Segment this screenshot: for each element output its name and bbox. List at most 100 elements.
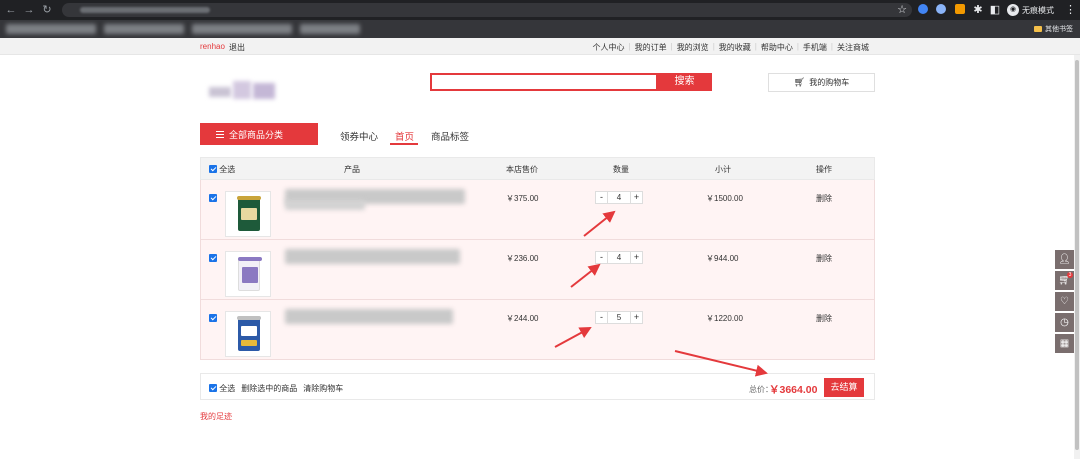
clear-cart-link[interactable]: 清除购物车 (303, 383, 343, 394)
product-title-redacted (285, 200, 365, 210)
item-subtotal: ￥1220.00 (706, 314, 743, 323)
topbar-link-favorites[interactable]: 我的收藏 (719, 42, 751, 53)
select-all-label: 全选 (219, 165, 236, 174)
column-subtotal: 小计 (715, 165, 731, 174)
item-subtotal: ￥944.00 (706, 254, 739, 263)
product-title-redacted[interactable] (285, 309, 453, 324)
address-bar[interactable] (62, 3, 912, 17)
extension-icon[interactable] (918, 4, 928, 14)
qty-minus-button[interactable]: - (595, 191, 608, 204)
column-price: 本店售价 (506, 165, 538, 174)
heart-icon[interactable]: ♡ (1055, 292, 1074, 311)
nav-tags[interactable]: 商品标签 (431, 129, 469, 143)
scrollbar-thumb[interactable] (1075, 60, 1079, 450)
star-icon[interactable]: ☆ (895, 3, 909, 17)
topbar-link-orders[interactable]: 我的订单 (635, 42, 667, 53)
cart-icon: 🛒︎ (793, 77, 806, 87)
product-image (237, 316, 261, 351)
nav-coupons[interactable]: 领券中心 (340, 129, 378, 143)
incognito-indicator[interactable]: ◉ 无痕模式 (1007, 3, 1054, 17)
qty-minus-button[interactable]: - (595, 251, 608, 264)
topbar-link-follow[interactable]: 关注商城 (837, 42, 869, 53)
footer-select-all-label: 全选 (219, 384, 236, 393)
footer-select-all[interactable]: 全选 (209, 383, 235, 394)
product-thumbnail[interactable] (225, 311, 271, 357)
divider: | (830, 42, 833, 51)
product-thumbnail[interactable] (225, 251, 271, 297)
user-icon[interactable]: 👤︎ (1055, 250, 1074, 269)
divider: | (754, 42, 757, 51)
column-action: 操作 (816, 165, 832, 174)
site-logo[interactable] (209, 79, 277, 103)
username-link[interactable]: renhao (200, 42, 225, 51)
other-bookmarks-label: 其他书签 (1045, 26, 1073, 33)
qty-minus-button[interactable]: - (595, 311, 608, 324)
delete-link[interactable]: 删除 (816, 313, 832, 324)
search-input[interactable] (430, 73, 658, 91)
product-image (238, 257, 262, 291)
product-title-redacted[interactable] (285, 249, 460, 264)
qty-plus-button[interactable]: + (630, 251, 643, 264)
qty-value[interactable]: 4 (608, 191, 630, 204)
menu-kebab-icon[interactable]: ⋮ (1065, 3, 1076, 17)
cart-row: ￥375.00 - 4 + ￥1500.00 删除 (200, 180, 875, 240)
topbar-links: 个人中心 | 我的订单 | 我的浏览 | 我的收藏 | 帮助中心 | 手机端 |… (593, 42, 869, 53)
bookmarks-bar: 其他书签 (0, 20, 1080, 38)
bookmark-redacted[interactable] (192, 24, 292, 34)
my-footprint-link[interactable]: 我的足迹 (200, 411, 232, 422)
topbar-link-history[interactable]: 我的浏览 (677, 42, 709, 53)
checkout-button[interactable]: 去结算 (824, 378, 864, 397)
bookmark-redacted[interactable] (300, 24, 360, 34)
total-price: ￥3664.00 (769, 384, 818, 396)
delete-link[interactable]: 删除 (816, 253, 832, 264)
cart-row: ￥236.00 - 4 + ￥944.00 删除 (200, 240, 875, 300)
my-cart-button[interactable]: 🛒︎ 我的购物车 (768, 73, 875, 92)
item-checkbox[interactable] (209, 194, 217, 202)
topbar-link-account[interactable]: 个人中心 (593, 42, 625, 53)
cart-icon[interactable]: 🛒︎ 3 (1055, 271, 1074, 290)
delete-selected-link[interactable]: 删除选中的商品 (241, 383, 297, 394)
cart-footer: 全选 删除选中的商品 清除购物车 总价： ￥3664.00 去结算 (200, 373, 875, 400)
qty-value[interactable]: 4 (608, 251, 630, 264)
bookmark-redacted[interactable] (6, 24, 96, 34)
delete-link[interactable]: 删除 (816, 193, 832, 204)
reload-icon[interactable]: ↻ (40, 3, 54, 17)
product-thumbnail[interactable] (225, 191, 271, 237)
sidepanel-icon[interactable]: ◧ (988, 3, 1002, 17)
quantity-stepper: - 4 + (595, 251, 643, 264)
extension-icon[interactable] (955, 4, 965, 14)
extension-icon[interactable] (936, 4, 946, 14)
product-image (237, 196, 261, 231)
incognito-label: 无痕模式 (1022, 5, 1054, 15)
topbar-link-help[interactable]: 帮助中心 (761, 42, 793, 53)
divider: | (712, 42, 715, 51)
item-checkbox[interactable] (209, 314, 217, 322)
other-bookmarks[interactable]: 其他书签 (1034, 23, 1073, 35)
footer-select-all-checkbox[interactable] (209, 384, 217, 392)
clock-icon[interactable]: ◷ (1055, 313, 1074, 332)
menu-icon (216, 130, 224, 138)
all-categories-button[interactable]: 全部商品分类 (200, 123, 318, 145)
select-all-header[interactable]: 全选 (209, 164, 235, 175)
cart-badge: 3 (1067, 272, 1073, 278)
logout-link[interactable]: 退出 (229, 42, 245, 53)
topbar-link-mobile[interactable]: 手机端 (803, 42, 827, 53)
folder-icon (1034, 26, 1042, 32)
search-button[interactable]: 搜索 (657, 73, 712, 91)
browser-toolbar: ← → ↻ ☆ ✱ ◧ ◉ 无痕模式 ⋮ (0, 0, 1080, 20)
divider: | (628, 42, 631, 51)
qty-plus-button[interactable]: + (630, 191, 643, 204)
select-all-checkbox[interactable] (209, 165, 217, 173)
bookmark-redacted[interactable] (104, 24, 184, 34)
qrcode-icon[interactable]: ▦ (1055, 334, 1074, 353)
forward-icon[interactable]: → (22, 3, 36, 17)
cart-table: 全选 产品 本店售价 数量 小计 操作 ￥375.00 - 4 + ￥1500.… (200, 157, 875, 360)
cart-table-header: 全选 产品 本店售价 数量 小计 操作 (200, 157, 875, 180)
divider: | (670, 42, 673, 51)
nav-home[interactable]: 首页 (395, 129, 414, 143)
puzzle-icon[interactable]: ✱ (971, 3, 985, 17)
back-icon[interactable]: ← (4, 3, 18, 17)
item-checkbox[interactable] (209, 254, 217, 262)
qty-value[interactable]: 5 (608, 311, 630, 324)
qty-plus-button[interactable]: + (630, 311, 643, 324)
